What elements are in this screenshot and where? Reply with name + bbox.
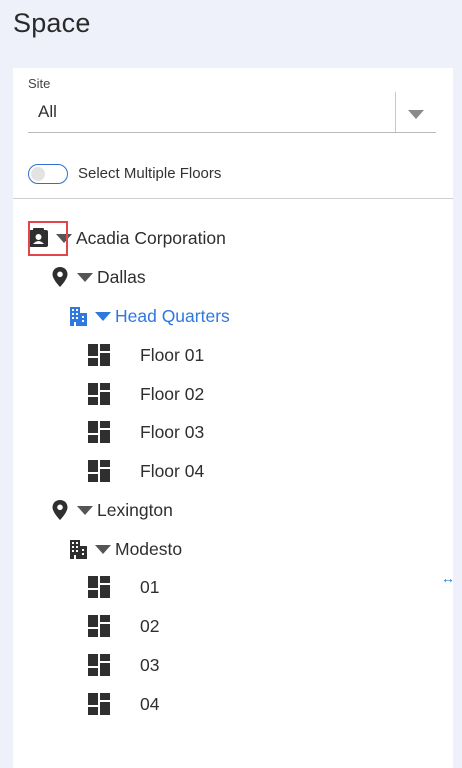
floor-plan-icon: [88, 576, 110, 598]
building-icon: [67, 305, 89, 327]
tree-node-building-modesto[interactable]: Modesto: [67, 536, 182, 562]
expand-caret-icon[interactable]: [77, 272, 93, 282]
tree-node-floor[interactable]: Floor 02: [88, 381, 204, 407]
expand-caret-icon[interactable]: [95, 544, 111, 554]
floor-plan-icon: [88, 615, 110, 637]
tree-node-floor[interactable]: Floor 01: [88, 342, 204, 368]
site-select[interactable]: All: [28, 92, 436, 133]
floor-plan-icon: [88, 344, 110, 366]
tree-node-label: Dallas: [97, 266, 146, 287]
tree-node-label: Floor 01: [140, 344, 205, 365]
expand-caret-icon[interactable]: [56, 233, 72, 243]
select-multiple-floors-toggle[interactable]: [28, 164, 68, 184]
divider: [13, 198, 453, 199]
select-divider: [395, 92, 396, 132]
chevron-down-icon[interactable]: [408, 110, 424, 119]
tree-node-label: 02: [140, 615, 160, 636]
resize-handle-icon[interactable]: ↔: [441, 570, 455, 586]
floor-plan-icon: [88, 421, 110, 443]
tree-node-label: 03: [140, 654, 160, 675]
site-select-value: All: [38, 102, 57, 121]
toggle-knob: [31, 167, 45, 181]
tree-node-floor[interactable]: Floor 04: [88, 458, 204, 484]
tree-node-label: Lexington: [97, 499, 173, 520]
tree-node-label: Floor 03: [140, 421, 205, 442]
tree-node-floor[interactable]: 01: [88, 574, 159, 600]
floor-plan-icon: [88, 460, 110, 482]
tree-node-location-dallas[interactable]: Dallas: [49, 264, 146, 290]
tree-node-label: 01: [140, 576, 160, 597]
tree-node-label: Floor 02: [140, 383, 205, 404]
tree-node-location-lexington[interactable]: Lexington: [49, 497, 173, 523]
space-panel: Site All Select Multiple Floors Acadia C…: [13, 68, 453, 768]
tree-node-label: Floor 04: [140, 460, 205, 481]
expand-caret-icon[interactable]: [95, 311, 111, 321]
map-pin-icon: [49, 499, 71, 521]
floor-plan-icon: [88, 693, 110, 715]
tree-node-floor[interactable]: 03: [88, 652, 159, 678]
building-icon: [67, 538, 89, 560]
page-title: Space: [13, 8, 91, 38]
tree-node-building-head-quarters[interactable]: Head Quarters: [67, 303, 230, 329]
select-multiple-floors-label: Select Multiple Floors: [78, 165, 222, 182]
tree-node-label: 04: [140, 693, 160, 714]
tree-node-floor[interactable]: 02: [88, 613, 159, 639]
tree-node-label: Acadia Corporation: [76, 227, 226, 248]
tree-node-label: Head Quarters: [115, 305, 230, 326]
floor-plan-icon: [88, 654, 110, 676]
site-label: Site: [28, 76, 51, 91]
badge-icon: [28, 227, 50, 249]
tree-node-floor[interactable]: 04: [88, 691, 159, 717]
tree-node-floor[interactable]: Floor 03: [88, 419, 204, 445]
map-pin-icon: [49, 266, 71, 288]
tree-node-org[interactable]: Acadia Corporation: [28, 225, 226, 251]
floor-plan-icon: [88, 383, 110, 405]
expand-caret-icon[interactable]: [77, 505, 93, 515]
tree-node-label: Modesto: [115, 538, 183, 559]
